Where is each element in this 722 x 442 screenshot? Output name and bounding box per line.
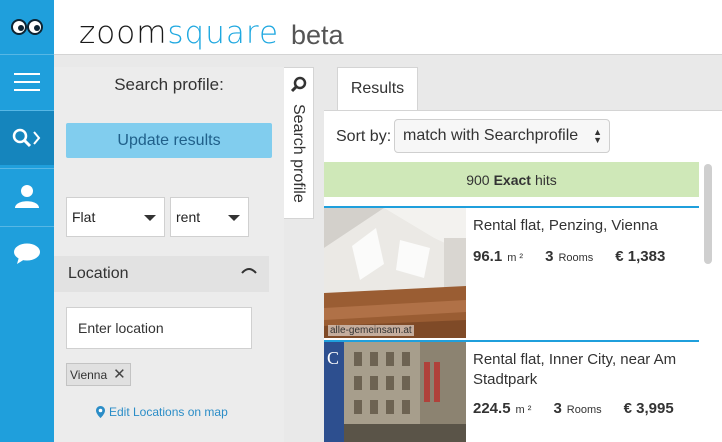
remove-chip-icon[interactable]: ✕ [113,367,126,382]
listing-price: € 1,383 [615,248,666,265]
listing-card[interactable]: C Rental flat, Inner City, near Am Stadt… [324,340,699,442]
listing-rooms: 3 [553,400,562,417]
brand-beta: beta [291,20,344,50]
svg-text:C: C [327,348,339,368]
rooms-unit: Rooms [558,252,594,264]
user-icon [15,185,39,208]
area-unit: m ² [515,404,532,416]
transaction-type-select[interactable]: rent [170,197,249,237]
brand-square: square [167,15,280,51]
listing-photo: alle-gemeinsam.at [324,208,466,338]
property-type-value: Flat [72,209,96,225]
listing-stats: 224.5 m ² 3 Rooms € 3,995 [473,400,674,417]
brand-logo[interactable]: zoom square beta [79,18,344,49]
listing-stats: 96.1 m ² 3 Rooms € 1,383 [473,248,665,265]
map-pin-icon [96,406,105,418]
edit-map-label: Edit Locations on map [109,405,228,419]
search-nav-button[interactable] [0,111,54,165]
listing-rooms: 3 [545,248,554,265]
listing-area: 96.1 [473,248,503,265]
results-panel: Sort by: match with Searchprofile ▲ ▼ 900… [324,110,722,442]
select-arrows-icon: ▲ ▼ [593,127,602,145]
chat-icon [14,243,40,264]
rooms-unit: Rooms [566,404,602,416]
location-input[interactable] [66,307,252,349]
listing-photo: C [324,342,466,442]
top-header: zoom square beta [54,0,722,55]
location-section-header[interactable]: Location [54,256,269,292]
listing-title[interactable]: Rental flat, Penzing, Vienna [473,216,693,236]
location-chip: Vienna ✕ [66,363,131,386]
update-results-button[interactable]: Update results [66,123,272,158]
brand-zoom: zoom [79,15,168,51]
search-icon [12,128,41,148]
side-tab-label: Search profile [290,104,307,203]
location-chip-label: Vienna [70,367,108,382]
eyes-logo-icon[interactable] [0,0,54,54]
listing-card[interactable]: alle-gemeinsam.at Rental flat, Penzing, … [324,206,699,338]
edit-locations-map-link[interactable]: Edit Locations on map [96,405,228,419]
results-scrollbar[interactable] [704,164,712,264]
collapse-caret-icon [241,268,257,274]
property-type-select[interactable]: Flat [66,197,165,237]
area-unit: m ² [507,252,524,264]
listing-area: 224.5 [473,400,511,417]
hits-suffix: hits [534,171,557,188]
user-nav-button[interactable] [0,169,54,223]
location-label: Location [68,265,129,282]
tab-results[interactable]: Results [337,67,418,110]
sort-by-label: Sort by: [336,128,392,145]
dropdown-arrow-icon [144,215,156,221]
hits-count: 900 [466,171,490,188]
dropdown-arrow-icon [228,215,240,221]
listing-price: € 3,995 [623,400,674,417]
menu-button[interactable] [0,55,54,109]
search-icon [290,76,307,93]
search-profile-side-tab[interactable]: Search profile [284,67,314,219]
transaction-type-value: rent [176,209,201,225]
photo-watermark: alle-gemeinsam.at [328,325,414,336]
hits-exact-label: Exact [493,171,531,188]
sort-select-value: match with Searchprofile [403,127,579,144]
chat-nav-button[interactable] [0,227,54,281]
menu-icon [14,73,40,91]
search-profile-panel: Search profile: Update results Flat rent… [54,67,330,442]
listing-title[interactable]: Rental flat, Inner City, near Am Stadtpa… [473,350,693,390]
left-nav-rail [0,0,54,442]
hits-summary-bar: 900 Exact hits [324,162,699,197]
sort-select[interactable]: match with Searchprofile ▲ ▼ [394,119,610,153]
search-profile-title: Search profile: [114,75,224,94]
